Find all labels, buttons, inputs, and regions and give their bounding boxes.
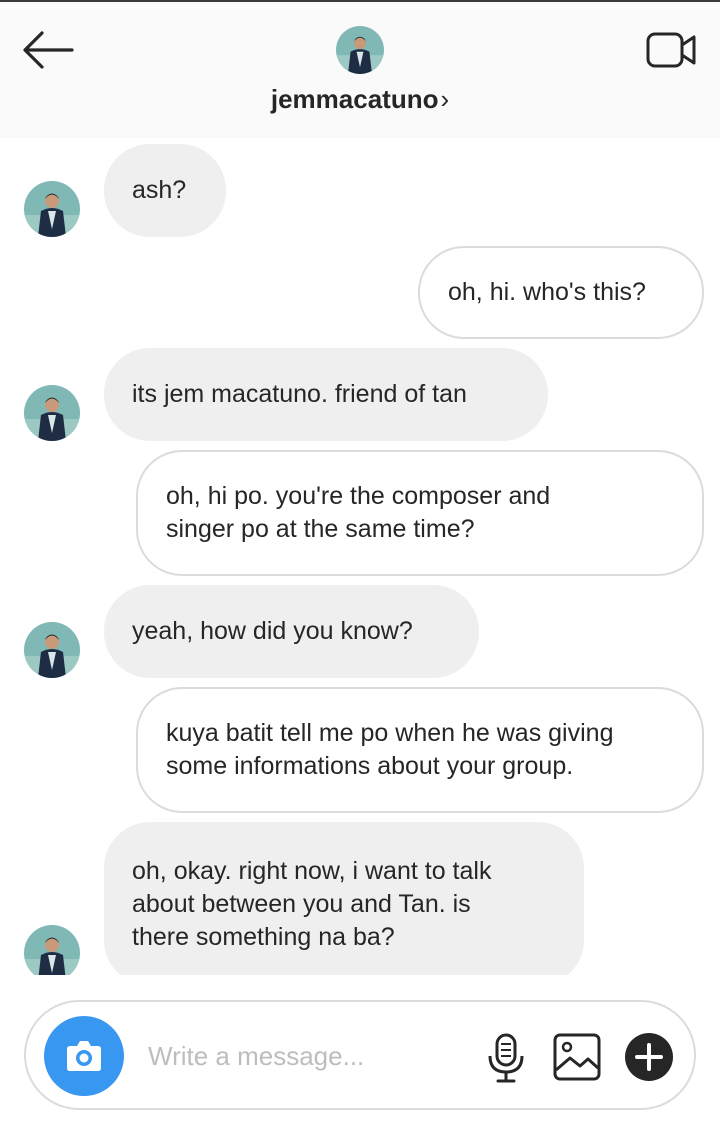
message-bubble-outgoing[interactable]: oh, hi po. you're the composer and singe… (136, 450, 704, 576)
message-line: kuya batit tell me po when he was giving (166, 719, 614, 747)
message-composer (24, 1000, 696, 1110)
sender-avatar[interactable] (24, 385, 80, 441)
message-line: singer po at the same time? (166, 515, 475, 543)
sender-avatar[interactable] (24, 181, 80, 237)
message-input[interactable] (148, 1032, 448, 1080)
message-bubble-incoming[interactable]: its jem macatuno. friend of tan (104, 348, 548, 441)
sender-avatar[interactable] (24, 622, 80, 678)
message-line: there something na ba? (132, 922, 395, 951)
image-icon (553, 1033, 601, 1081)
message-text: ash? (132, 176, 187, 204)
chat-header: jemmacatuno› (0, 0, 720, 138)
message-bubble-outgoing[interactable]: kuya batit tell me po when he was giving… (136, 687, 704, 813)
chevron-right-icon: › (440, 84, 450, 114)
message-text: yeah, how did you know? (132, 617, 413, 645)
message-line: some informations about your group. (166, 752, 574, 780)
camera-button[interactable] (44, 1016, 124, 1096)
camera-icon (67, 1041, 101, 1071)
message-bubble-outgoing[interactable]: oh, hi. who's this? (418, 246, 704, 339)
username-link[interactable]: jemmacatuno› (0, 84, 720, 115)
header-avatar[interactable] (336, 26, 384, 74)
message-line: about between you and Tan. is (132, 889, 471, 918)
message-line: oh, hi po. you're the composer and (166, 482, 551, 510)
message-bubble-incoming[interactable]: yeah, how did you know? (104, 585, 479, 678)
video-camera-icon (646, 32, 696, 68)
microphone-button[interactable] (484, 1032, 528, 1084)
back-button[interactable] (20, 28, 76, 72)
message-bubble-incoming[interactable]: ash? (104, 144, 226, 237)
plus-circle-icon (625, 1033, 673, 1081)
message-thread[interactable]: ash? oh, hi. who's this? its jem macatun… (0, 138, 720, 975)
username: jemmacatuno (270, 84, 439, 114)
gallery-button[interactable] (552, 1032, 602, 1082)
message-text: oh, hi po. you're the composer and singe… (166, 480, 550, 546)
microphone-icon (488, 1033, 524, 1083)
arrow-left-icon (23, 31, 74, 69)
message-text: oh, hi. who's this? (448, 278, 646, 306)
message-text: oh, okay. right now, i want to talk abou… (132, 855, 491, 954)
message-text: kuya batit tell me po when he was giving… (166, 717, 613, 783)
message-line: oh, okay. right now, i want to talk (132, 856, 492, 885)
video-call-button[interactable] (642, 28, 700, 72)
message-text: its jem macatuno. friend of tan (132, 380, 467, 408)
message-bubble-incoming[interactable]: oh, okay. right now, i want to talk abou… (104, 822, 584, 975)
add-more-button[interactable] (624, 1032, 674, 1082)
sender-avatar[interactable] (24, 925, 80, 975)
